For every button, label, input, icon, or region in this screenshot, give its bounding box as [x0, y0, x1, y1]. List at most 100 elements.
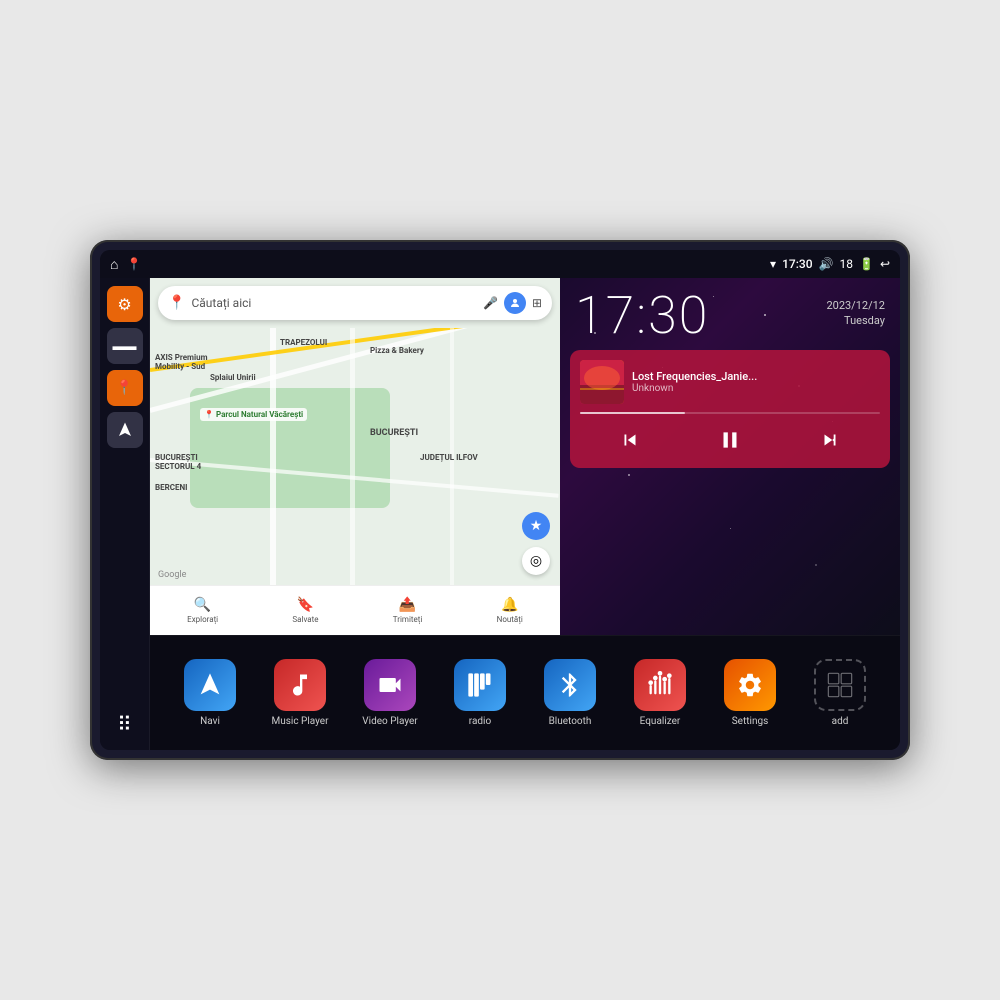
- map-label-pizza: Pizza & Bakery: [370, 346, 424, 355]
- map-star-button[interactable]: ★: [522, 512, 550, 540]
- park-area: [190, 388, 390, 508]
- map-label-trapezolui: TRAPEZOLUI: [280, 338, 327, 347]
- volume-icon: 🔊: [819, 257, 834, 271]
- right-panel: 17:30 2023/12/12 Tuesday: [560, 278, 900, 635]
- sidebar-files-button[interactable]: ▬▬: [107, 328, 143, 364]
- center-area: 📍 Căutați aici 🎤 ⊞: [150, 278, 900, 750]
- map-label-splaiul: Splaiul Unirii: [210, 373, 256, 382]
- map-label-bucuresti: BUCUREȘTI: [370, 428, 418, 438]
- back-icon[interactable]: ↩: [880, 257, 890, 271]
- sidebar: ⚙ ▬▬ 📍 ⠿: [100, 278, 150, 750]
- map-news-button[interactable]: 🔔 Noutăți: [497, 597, 523, 624]
- settings-label: Settings: [732, 716, 769, 727]
- battery-icon: 🔋: [859, 257, 874, 271]
- status-left-icons: ⌂ 📍: [110, 256, 141, 273]
- navi-label: Navi: [200, 716, 220, 727]
- star-icon: ★: [530, 518, 543, 534]
- music-progress-bar[interactable]: [580, 412, 880, 414]
- map-label-sectorul4: BUCUREȘTISECTORUL 4: [155, 453, 201, 471]
- equalizer-icon-bg: [634, 659, 686, 711]
- music-widget[interactable]: Lost Frequencies_Janie... Unknown: [570, 350, 890, 468]
- radio-icon-bg: [454, 659, 506, 711]
- app-equalizer[interactable]: Equalizer: [630, 659, 690, 727]
- radio-label: radio: [469, 716, 491, 727]
- app-dock: Navi Music Player: [150, 635, 900, 750]
- music-text: Lost Frequencies_Janie... Unknown: [632, 370, 880, 394]
- explore-label: Explorați: [187, 615, 218, 624]
- app-radio[interactable]: radio: [450, 659, 510, 727]
- map-bottom-bar: 🔍 Explorați 🔖 Salvate 📤 Trimiteți: [150, 585, 560, 635]
- map-saved-button[interactable]: 🔖 Salvate: [292, 597, 318, 624]
- map-user-avatar[interactable]: [504, 292, 526, 314]
- clock-day: Tuesday: [826, 313, 885, 328]
- map-roads: TRAPEZOLUI AXIS PremiumMobility - Sud Pi…: [150, 328, 560, 585]
- music-next-button[interactable]: [812, 422, 848, 458]
- music-title: Lost Frequencies_Janie...: [632, 370, 880, 383]
- wifi-icon: ▾: [770, 257, 776, 271]
- video-player-icon-bg: [364, 659, 416, 711]
- map-layers-icon[interactable]: ⊞: [532, 296, 542, 310]
- navigation-icon: [116, 421, 134, 439]
- road-vertical-1: [270, 328, 276, 585]
- music-controls: [580, 422, 880, 458]
- explore-icon: 🔍: [194, 597, 211, 613]
- music-pause-button[interactable]: [712, 422, 748, 458]
- map-search-input[interactable]: Căutați aici: [191, 296, 477, 310]
- sidebar-nav-button[interactable]: [107, 412, 143, 448]
- share-label: Trimiteți: [393, 615, 423, 624]
- map-mic-icon[interactable]: 🎤: [483, 296, 498, 310]
- app-video-player[interactable]: Video Player: [360, 659, 420, 727]
- clock-section: 17:30 2023/12/12 Tuesday: [560, 278, 900, 350]
- clock-date: 2023/12/12: [826, 298, 885, 313]
- music-prev-button[interactable]: [612, 422, 648, 458]
- home-icon[interactable]: ⌂: [110, 256, 118, 273]
- map-search-pin-icon: 📍: [168, 295, 185, 311]
- app-navi[interactable]: Navi: [180, 659, 240, 727]
- settings-icon-bg: [724, 659, 776, 711]
- bluetooth-icon-bg: [544, 659, 596, 711]
- device-frame: ⌂ 📍 ▾ 17:30 🔊 18 🔋 ↩ ⚙ ▬▬: [90, 240, 910, 760]
- map-frame[interactable]: 📍 Căutați aici 🎤 ⊞: [150, 278, 560, 635]
- music-progress-fill: [580, 412, 685, 414]
- album-art-image: [580, 360, 624, 404]
- files-icon: ▬▬: [113, 339, 137, 353]
- map-background: 📍 Căutați aici 🎤 ⊞: [150, 278, 560, 635]
- google-logo: Google: [158, 570, 186, 580]
- app-music-player[interactable]: Music Player: [270, 659, 330, 727]
- apps-grid-icon: ⠿: [117, 712, 132, 736]
- map-explore-button[interactable]: 🔍 Explorați: [187, 597, 218, 624]
- clock-time: 17:30: [575, 290, 709, 342]
- app-settings[interactable]: Settings: [720, 659, 780, 727]
- status-right-icons: ▾ 17:30 🔊 18 🔋 ↩: [770, 257, 890, 271]
- share-icon: 📤: [399, 597, 416, 613]
- map-share-button[interactable]: 📤 Trimiteți: [393, 597, 423, 624]
- road-vertical-2: [350, 328, 355, 585]
- sidebar-settings-button[interactable]: ⚙: [107, 286, 143, 322]
- saved-icon: 🔖: [297, 597, 314, 613]
- navi-icon-bg: [184, 659, 236, 711]
- video-player-label: Video Player: [362, 716, 417, 727]
- main-content: ⚙ ▬▬ 📍 ⠿: [100, 278, 900, 750]
- device-screen: ⌂ 📍 ▾ 17:30 🔊 18 🔋 ↩ ⚙ ▬▬: [100, 250, 900, 750]
- music-player-label: Music Player: [271, 716, 328, 727]
- equalizer-label: Equalizer: [640, 716, 681, 727]
- app-add[interactable]: add: [810, 659, 870, 727]
- saved-label: Salvate: [292, 615, 318, 624]
- sidebar-apps-button[interactable]: ⠿: [107, 706, 143, 742]
- news-label: Noutăți: [497, 615, 523, 624]
- news-icon: 🔔: [501, 597, 518, 613]
- app-bluetooth[interactable]: Bluetooth: [540, 659, 600, 727]
- bluetooth-label: Bluetooth: [549, 716, 592, 727]
- map-search-bar[interactable]: 📍 Căutați aici 🎤 ⊞: [158, 286, 552, 320]
- map-location-button[interactable]: ◎: [522, 547, 550, 575]
- map-label-parc: 📍 Parcul Natural Văcărești: [200, 408, 307, 421]
- location-crosshair-icon: ◎: [530, 553, 542, 569]
- map-marker-icon[interactable]: 📍: [126, 257, 141, 271]
- music-player-icon-bg: [274, 659, 326, 711]
- add-label: add: [832, 716, 849, 727]
- status-time: 17:30: [782, 257, 812, 271]
- sidebar-map-button[interactable]: 📍: [107, 370, 143, 406]
- music-info-row: Lost Frequencies_Janie... Unknown: [580, 360, 880, 404]
- album-art: [580, 360, 624, 404]
- signal-strength: 18: [839, 257, 853, 271]
